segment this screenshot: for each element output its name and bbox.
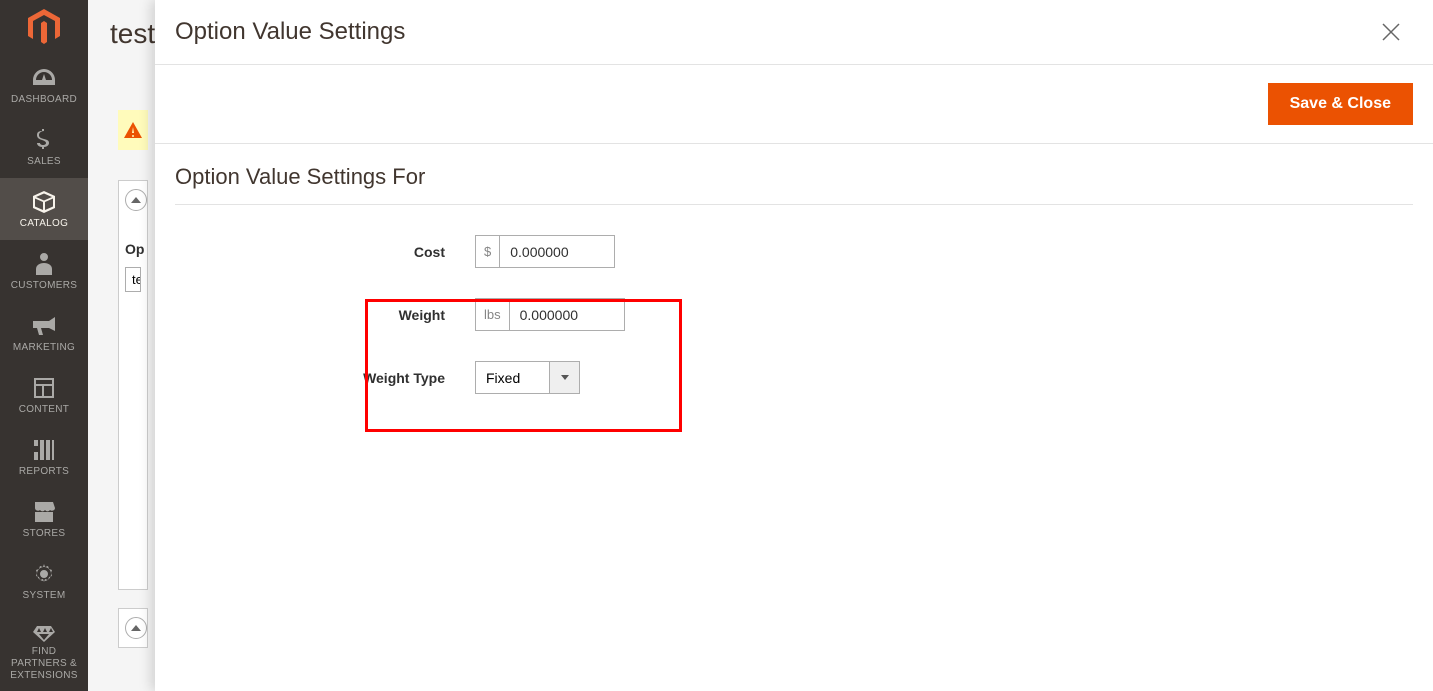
customers-icon [36,252,52,276]
dashboard-icon [33,66,55,90]
close-icon [1381,22,1401,42]
reports-icon [34,438,54,462]
weight-unit-prefix: lbs [475,298,509,331]
sidebar-label: STORES [23,528,66,540]
warning-banner [118,110,148,150]
bg-option-label: Op [125,241,141,257]
sidebar-item-customers[interactable]: CUSTOMERS [0,240,88,302]
sidebar-item-marketing[interactable]: MARKETING [0,302,88,364]
sidebar-item-system[interactable]: SYSTEM [0,550,88,612]
sidebar-label: CONTENT [19,404,69,416]
sidebar-label: CATALOG [20,218,68,230]
weight-row: Weight lbs [175,298,1413,331]
sidebar-label: SALES [27,156,61,168]
admin-sidebar: DASHBOARD SALES CATALOG CUSTOMERS MARKET… [0,0,88,691]
weight-label: Weight [175,307,475,323]
sidebar-label: DASHBOARD [11,94,77,106]
modal-title: Option Value Settings [175,18,405,46]
sidebar-label: FIND PARTNERS & EXTENSIONS [4,646,84,682]
modal-actions: Save & Close [155,64,1433,144]
content-icon [34,376,54,400]
sidebar-item-reports[interactable]: REPORTS [0,426,88,488]
page-title: test [110,18,155,50]
partners-icon [33,622,55,642]
option-value-settings-modal: Option Value Settings Save & Close Optio… [155,0,1433,691]
weight-type-select[interactable]: Fixed [475,361,580,394]
bg-input[interactable]: te [125,267,141,292]
sidebar-label: MARKETING [13,342,75,354]
sidebar-item-content[interactable]: CONTENT [0,364,88,426]
sidebar-item-partners[interactable]: FIND PARTNERS & EXTENSIONS [0,612,88,691]
close-button[interactable] [1379,20,1403,44]
marketing-icon [33,314,55,338]
cost-input[interactable] [499,235,615,268]
stores-icon [33,500,55,524]
weight-input-group: lbs [475,298,625,331]
modal-header: Option Value Settings [155,0,1433,64]
catalog-icon [33,190,55,214]
cost-row: Cost $ [175,235,1413,268]
sidebar-label: SYSTEM [23,590,66,602]
modal-body: Option Value Settings For Cost $ Weight … [155,144,1433,424]
sidebar-label: REPORTS [19,466,69,478]
cost-input-group: $ [475,235,615,268]
expand-toggle-icon[interactable] [125,189,147,211]
divider [175,204,1413,205]
sidebar-item-stores[interactable]: STORES [0,488,88,550]
select-value: Fixed [476,362,549,393]
weight-input[interactable] [509,298,625,331]
sidebar-label: CUSTOMERS [11,280,77,292]
cost-label: Cost [175,244,475,260]
magento-logo[interactable] [0,0,88,54]
section-title: Option Value Settings For [175,164,1413,190]
sales-icon [37,128,51,152]
sidebar-item-dashboard[interactable]: DASHBOARD [0,54,88,116]
chevron-down-icon [549,362,579,393]
save-close-button[interactable]: Save & Close [1268,83,1413,125]
sidebar-item-sales[interactable]: SALES [0,116,88,178]
currency-prefix: $ [475,235,499,268]
expand-toggle-icon[interactable] [125,617,147,639]
sidebar-item-catalog[interactable]: CATALOG [0,178,88,240]
weight-type-label: Weight Type [175,370,475,386]
weight-type-row: Weight Type Fixed [175,361,1413,394]
system-icon [34,562,54,586]
